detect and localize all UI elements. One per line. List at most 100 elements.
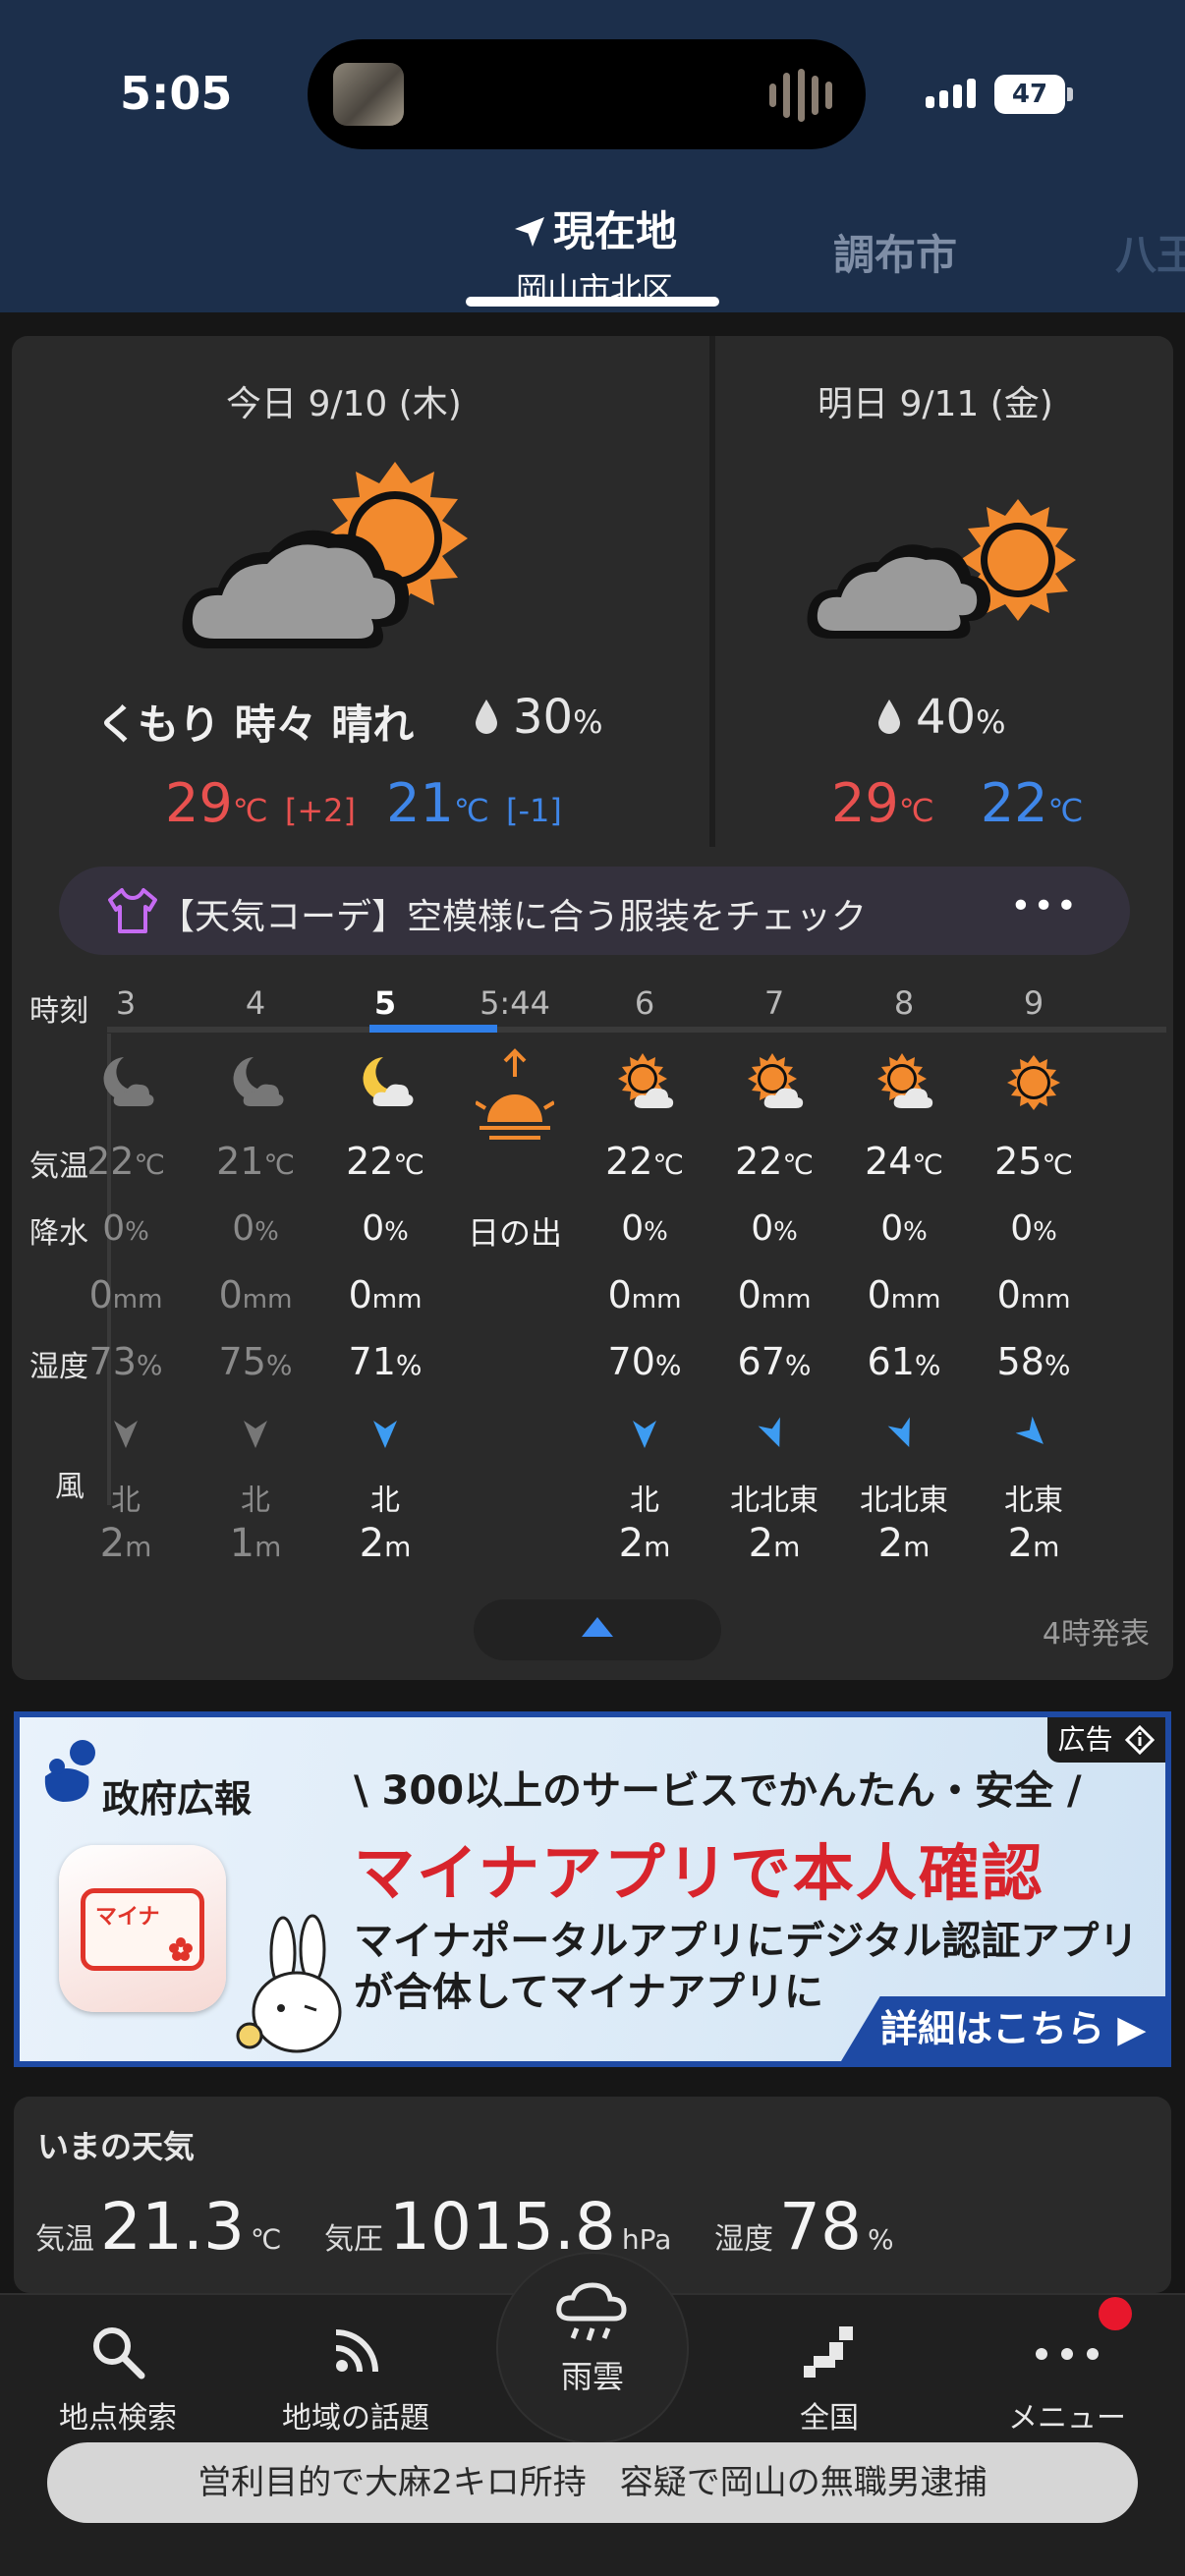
wind-arrow-icon — [975, 1415, 1093, 1458]
moon-cloud-icon — [326, 1051, 444, 1118]
flower-icon — [169, 1937, 193, 1961]
nav-search[interactable]: 地点検索 — [20, 2323, 216, 2436]
hour-temp: 22℃ — [86, 1140, 165, 1183]
ad-sponsor: 政府広報 — [102, 1777, 253, 1820]
hour-label: 6 — [634, 984, 655, 1022]
hour-humidity: 67% — [737, 1340, 812, 1383]
ad-label[interactable]: 広告 — [1047, 1717, 1165, 1763]
day-divider — [709, 336, 715, 847]
hour-mm: 0mm — [218, 1273, 293, 1316]
hour-humidity: 58% — [996, 1340, 1071, 1383]
hour-label: 3 — [115, 984, 137, 1022]
status-time: 5:05 — [120, 67, 233, 120]
feed-icon — [335, 2329, 378, 2373]
rain-cloud-icon — [556, 2282, 627, 2341]
hour-humidity: 73% — [88, 1340, 163, 1383]
nav-rain-cloud[interactable]: 雨雲 — [496, 2252, 689, 2444]
hour-rain: 0% — [102, 1208, 149, 1249]
hour-label: 7 — [763, 984, 785, 1022]
hour-temp: 22℃ — [346, 1140, 424, 1183]
hour-wind-speed: 2m — [99, 1521, 152, 1566]
hour-rain: 0% — [232, 1208, 279, 1249]
hour-wind-speed: 2m — [748, 1521, 801, 1566]
hour-wind-dir: 北北東 — [730, 1484, 818, 1518]
sun-cloud-icon — [586, 1051, 704, 1118]
header: 5:05 47 現在地 岡山市北区 調布市 八王 — [0, 0, 1185, 312]
wind-arrow-icon — [586, 1415, 704, 1458]
moon-cloud-icon — [67, 1051, 185, 1118]
wind-arrow-icon — [326, 1415, 444, 1458]
bottom-nav: 地点検索 地域の話題 雨雲 全国 メニュー — [0, 2252, 1185, 2576]
expand-button[interactable] — [474, 1599, 721, 1660]
hour-mm: 0mm — [348, 1273, 423, 1316]
wind-arrow-icon — [715, 1415, 833, 1458]
hour-mm: 0mm — [996, 1273, 1071, 1316]
hour-rain: 0% — [362, 1208, 409, 1249]
tomorrow-high: 29 — [831, 772, 899, 834]
location-arrow-icon — [514, 217, 544, 247]
battery-icon: 47 — [994, 75, 1065, 114]
news-ticker[interactable]: 営利目的で大麻2キロ所持 容疑で岡山の無職男逮捕 — [47, 2442, 1138, 2523]
tomorrow-precip: 40% — [876, 690, 1005, 745]
hour-temp: 22℃ — [735, 1140, 814, 1183]
nav-national[interactable]: 全国 — [731, 2323, 928, 2436]
tab-chofu[interactable]: 調布市 — [833, 222, 957, 282]
dynamic-island[interactable] — [308, 39, 866, 149]
chevron-up-icon — [582, 1617, 613, 1637]
signal-icon — [926, 79, 976, 108]
hour-humidity: 71% — [348, 1340, 423, 1383]
hour-wind-dir: 北 — [241, 1484, 270, 1518]
tab-current-location[interactable]: 現在地 岡山市北区 — [472, 198, 717, 309]
rabbit-mascot-icon — [236, 1914, 342, 2053]
sun-cloud-icon — [715, 1051, 833, 1118]
hour-rain: 0% — [751, 1208, 798, 1249]
ad-cta-button[interactable]: 詳細はこちら ▶ — [841, 1996, 1165, 2061]
hour-wind-speed: 1m — [229, 1521, 282, 1566]
notification-badge — [1099, 2297, 1132, 2330]
wind-arrow-icon — [197, 1415, 314, 1458]
hour-wind-dir: 北東 — [1004, 1484, 1063, 1518]
today-low-diff: [-1] — [505, 792, 562, 829]
ad-banner[interactable]: 広告 政府広報 マイナ \ 300以上のサービスでかんたん・安全 / マイナアプ… — [14, 1711, 1171, 2067]
myna-card-label: マイナ — [95, 1905, 160, 1930]
nav-menu[interactable]: メニュー — [969, 2323, 1165, 2436]
more-icon[interactable]: ••• — [1010, 886, 1079, 926]
nav-topics[interactable]: 地域の話題 — [257, 2323, 454, 2436]
hour-humidity: 75% — [218, 1340, 293, 1383]
tab-partial[interactable]: 八王 — [1115, 222, 1185, 282]
tab-indicator — [466, 297, 719, 307]
audio-wave-icon — [769, 69, 832, 122]
today-high: 29 — [165, 772, 233, 834]
tomorrow-low: 22 — [980, 772, 1048, 834]
hour-temp: 24℃ — [865, 1140, 943, 1183]
hour-rain: 0% — [621, 1208, 668, 1249]
current-weather-values: 気温21.3 ℃ 気圧1015.8 hPa 湿度78% — [35, 2189, 894, 2265]
sunrise-label: 日の出 — [467, 1214, 562, 1252]
today-high-diff: [+2] — [284, 792, 356, 829]
tomorrow-title: 明日 9/11 (金) — [818, 384, 1053, 424]
moon-cloud-icon — [197, 1051, 314, 1118]
sunrise-icon — [456, 1047, 574, 1159]
shirt-icon — [108, 888, 157, 933]
raindrop-icon — [878, 700, 900, 734]
hour-label: 9 — [1023, 984, 1044, 1022]
sun-cloud-icon — [845, 1051, 963, 1118]
tomorrow-temps: 29℃ 22℃ — [831, 772, 1084, 834]
search-icon — [93, 2327, 145, 2380]
hour-humidity: 61% — [867, 1340, 941, 1383]
gov-logo-icon — [44, 1740, 95, 1802]
wind-arrow-icon — [845, 1415, 963, 1458]
hour-wind-dir: 北北東 — [860, 1484, 948, 1518]
hour-wind-dir: 北 — [630, 1484, 659, 1518]
issued-time: 4時発表 — [1042, 1617, 1150, 1652]
hour-wind-speed: 2m — [359, 1521, 412, 1566]
hour-wind-speed: 2m — [877, 1521, 931, 1566]
today-weather: くもり 時々 晴れ — [96, 700, 415, 749]
current-humidity: 78 — [778, 2189, 862, 2265]
coordinate-banner[interactable]: 【天気コーデ】空模様に合う服装をチェック ••• — [59, 867, 1130, 955]
today-title: 今日 9/10 (木) — [226, 384, 462, 424]
hour-mm: 0mm — [867, 1273, 941, 1316]
hour-wind-speed: 2m — [618, 1521, 671, 1566]
hour-temp: 22℃ — [605, 1140, 684, 1183]
sun-icon — [975, 1051, 1093, 1118]
